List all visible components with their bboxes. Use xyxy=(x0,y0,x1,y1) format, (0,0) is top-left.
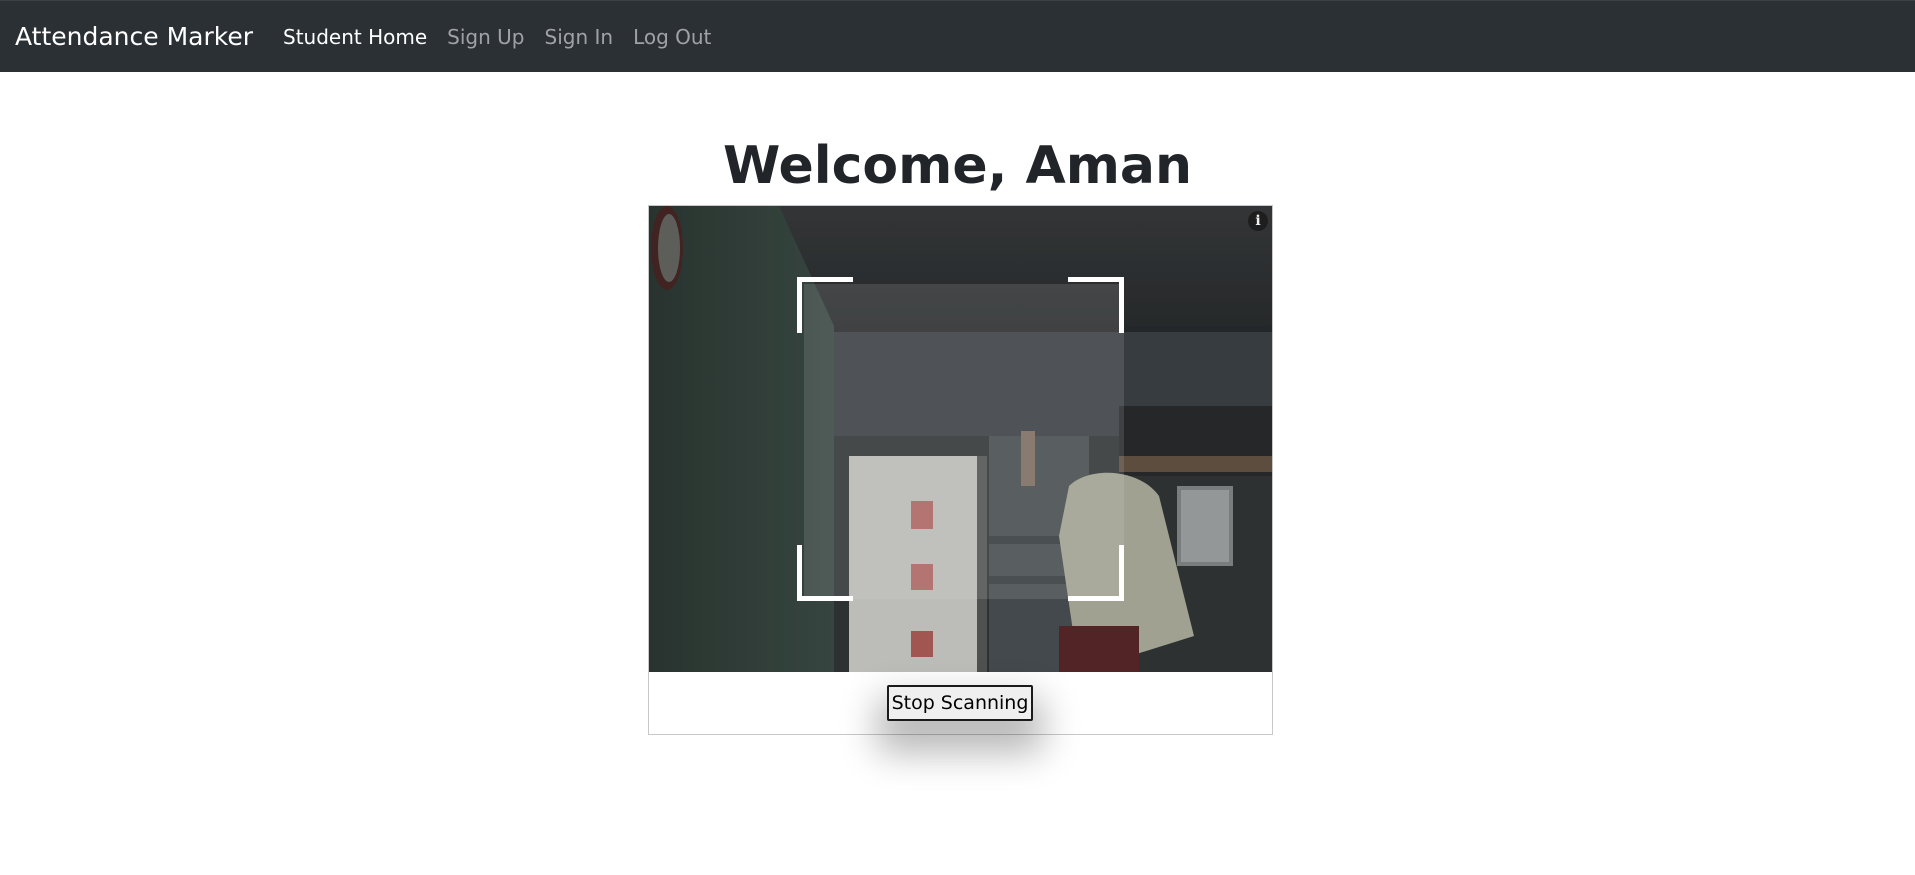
top-navbar: Attendance Marker Student Home Sign Up S… xyxy=(0,0,1915,72)
camera-image xyxy=(649,206,1272,672)
corner-top-left-v xyxy=(797,277,802,333)
camera-feed: i xyxy=(649,206,1272,672)
brand-link[interactable]: Attendance Marker xyxy=(15,22,253,51)
corner-bottom-left-h xyxy=(797,596,853,601)
corner-bottom-left-v xyxy=(797,545,802,601)
page-title: Welcome, Aman xyxy=(723,136,1192,196)
nav-link-student-home[interactable]: Student Home xyxy=(283,25,427,49)
corner-top-right-h xyxy=(1068,277,1124,282)
qr-reader: i Stop Scanning xyxy=(648,205,1273,735)
nav-link-sign-up[interactable]: Sign Up xyxy=(447,25,524,49)
corner-top-right-v xyxy=(1119,277,1124,333)
stop-scanning-button[interactable]: Stop Scanning xyxy=(887,685,1033,721)
corner-bottom-right-v xyxy=(1119,545,1124,601)
info-icon[interactable]: i xyxy=(1248,211,1268,231)
nav-links: Student Home Sign Up Sign In Log Out xyxy=(283,25,731,49)
nav-link-log-out[interactable]: Log Out xyxy=(633,25,711,49)
corner-bottom-right-h xyxy=(1068,596,1124,601)
nav-link-sign-in[interactable]: Sign In xyxy=(545,25,614,49)
corner-top-left-h xyxy=(797,277,853,282)
